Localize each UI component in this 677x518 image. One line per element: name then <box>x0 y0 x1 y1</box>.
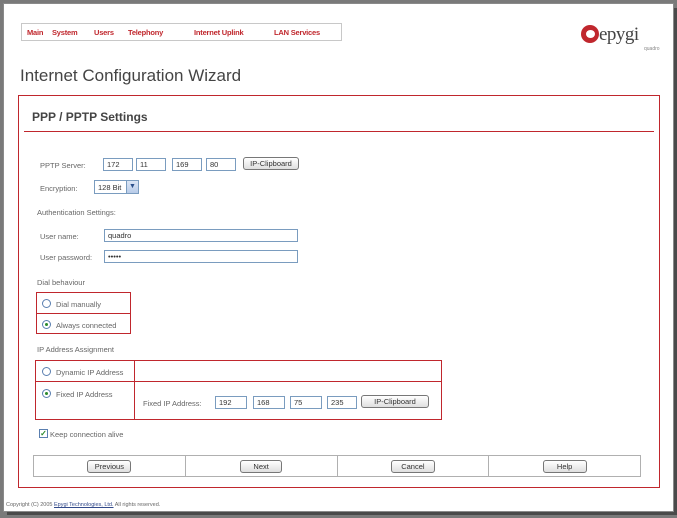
section-divider <box>24 131 654 132</box>
password-input[interactable] <box>104 250 298 263</box>
pptp-ip-clipboard-button[interactable]: IP-Clipboard <box>243 157 299 170</box>
fixed-ip-label: Fixed IP Address <box>56 390 113 399</box>
cancel-button[interactable]: Cancel <box>390 460 435 473</box>
logo-text: epygi <box>599 24 639 45</box>
page-title: Internet Configuration Wizard <box>20 66 242 85</box>
fixed-ip-octet-1[interactable] <box>215 396 247 409</box>
dial-manually-label: Dial manually <box>56 300 102 309</box>
copyright: Copyright (C) 2005 Epygi Technologies, L… <box>6 502 160 508</box>
nav-telephony[interactable]: Telephony <box>128 28 163 37</box>
company-link[interactable]: Epygi Technologies, Ltd. <box>54 502 114 508</box>
pptp-octet-3[interactable] <box>172 158 202 171</box>
ip-assignment-heading: IP Address Assignment <box>37 345 114 354</box>
section-title: PPP / PPTP Settings <box>32 110 148 124</box>
keep-alive-label: Keep connection alive <box>50 430 124 439</box>
always-connected-label: Always connected <box>56 321 117 330</box>
username-label: User name: <box>40 232 79 241</box>
password-label: User password: <box>40 253 93 262</box>
encryption-select[interactable]: 128 Bit ▼ <box>94 180 139 194</box>
dial-manually-radio[interactable] <box>42 299 51 308</box>
nav-main[interactable]: Main <box>27 28 44 37</box>
nav-system[interactable]: System <box>52 28 78 37</box>
pptp-octet-2[interactable] <box>136 158 166 171</box>
dial-heading: Dial behaviour <box>37 278 85 287</box>
keep-alive-checkbox[interactable]: ✓ <box>39 429 48 438</box>
wizard-footer: Previous Next Cancel Help <box>33 455 641 477</box>
copyright-suffix: All rights reserved. <box>113 502 161 508</box>
fixed-ip-radio[interactable] <box>42 389 51 398</box>
pptp-server-label: PPTP Server: <box>40 161 86 170</box>
nav-internet-uplink[interactable]: Internet Uplink <box>194 28 244 37</box>
next-button[interactable]: Next <box>240 460 283 473</box>
dynamic-ip-radio[interactable] <box>42 367 51 376</box>
dynamic-ip-label: Dynamic IP Address <box>56 368 124 377</box>
fixed-ip-octet-4[interactable] <box>327 396 357 409</box>
top-navigation: Main System Users Telephony Internet Upl… <box>21 23 342 41</box>
previous-button[interactable]: Previous <box>87 460 132 473</box>
help-button[interactable]: Help <box>542 460 587 473</box>
nav-lan-services[interactable]: LAN Services <box>274 28 320 37</box>
logo-mark-icon <box>581 25 599 43</box>
epygi-logo: epygi quadro <box>580 20 662 54</box>
fixed-ip-clipboard-button[interactable]: IP-Clipboard <box>361 395 429 408</box>
fixed-ip-field-label: Fixed IP Address: <box>143 399 202 408</box>
fixed-ip-octet-3[interactable] <box>290 396 322 409</box>
fixed-ip-octet-2[interactable] <box>253 396 285 409</box>
always-connected-radio[interactable] <box>42 320 51 329</box>
chevron-down-icon[interactable]: ▼ <box>126 181 138 193</box>
encryption-value: 128 Bit <box>98 183 122 192</box>
pptp-octet-1[interactable] <box>103 158 133 171</box>
logo-subtext: quadro <box>644 46 660 52</box>
pptp-octet-4[interactable] <box>206 158 236 171</box>
nav-users[interactable]: Users <box>94 28 114 37</box>
auth-heading: Authentication Settings: <box>37 208 116 217</box>
username-input[interactable] <box>104 229 298 242</box>
encryption-label: Encryption: <box>40 184 78 193</box>
copyright-prefix: Copyright (C) 2005 <box>6 502 54 508</box>
